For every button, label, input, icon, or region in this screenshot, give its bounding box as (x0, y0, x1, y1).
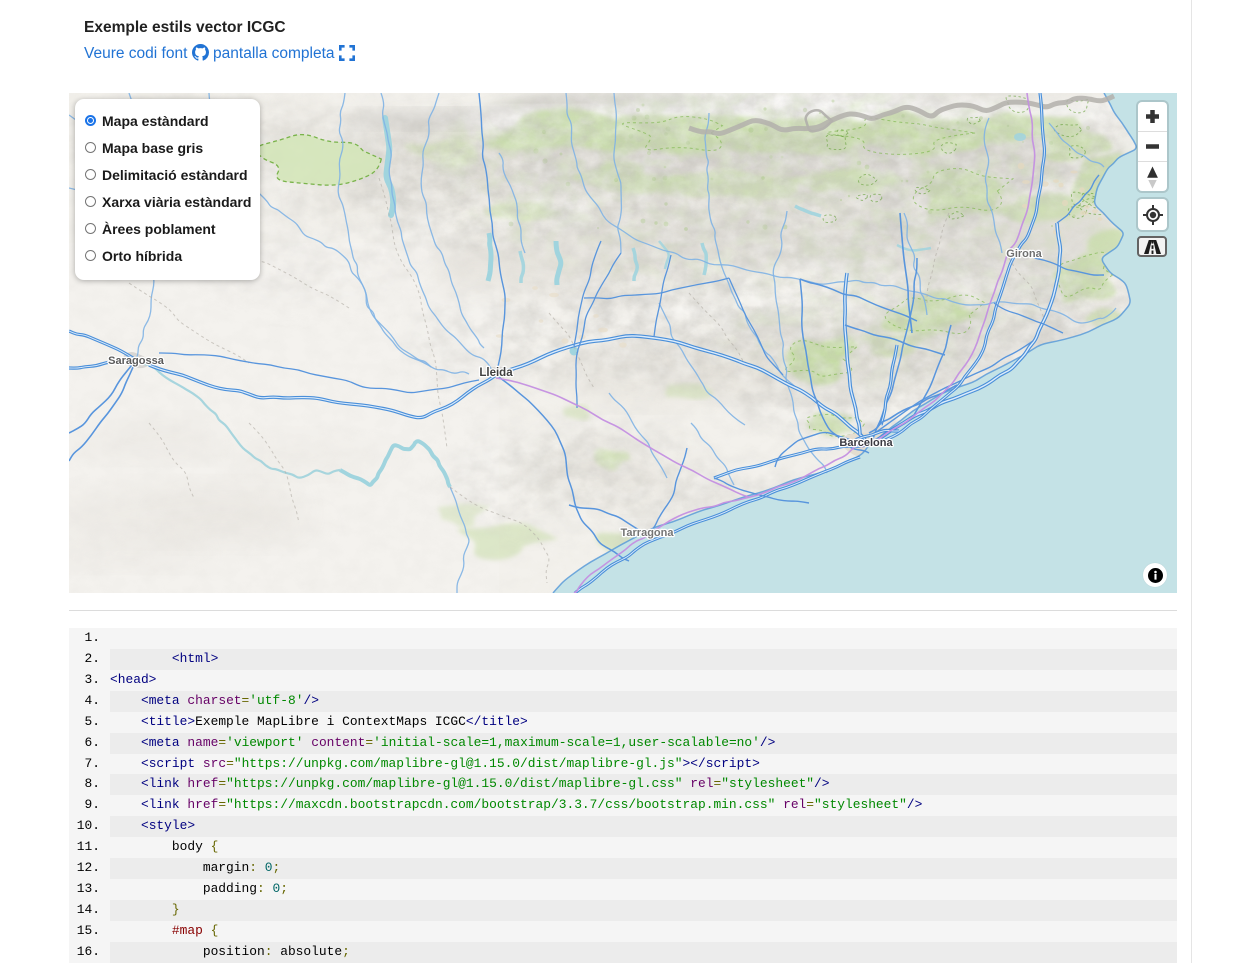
svg-text:Girona: Girona (1006, 248, 1042, 260)
svg-text:Lleida: Lleida (479, 367, 513, 379)
svg-text:Barcelona: Barcelona (839, 437, 893, 449)
svg-text:Saragossa: Saragossa (108, 355, 165, 367)
svg-text:Tarragona: Tarragona (621, 527, 675, 539)
